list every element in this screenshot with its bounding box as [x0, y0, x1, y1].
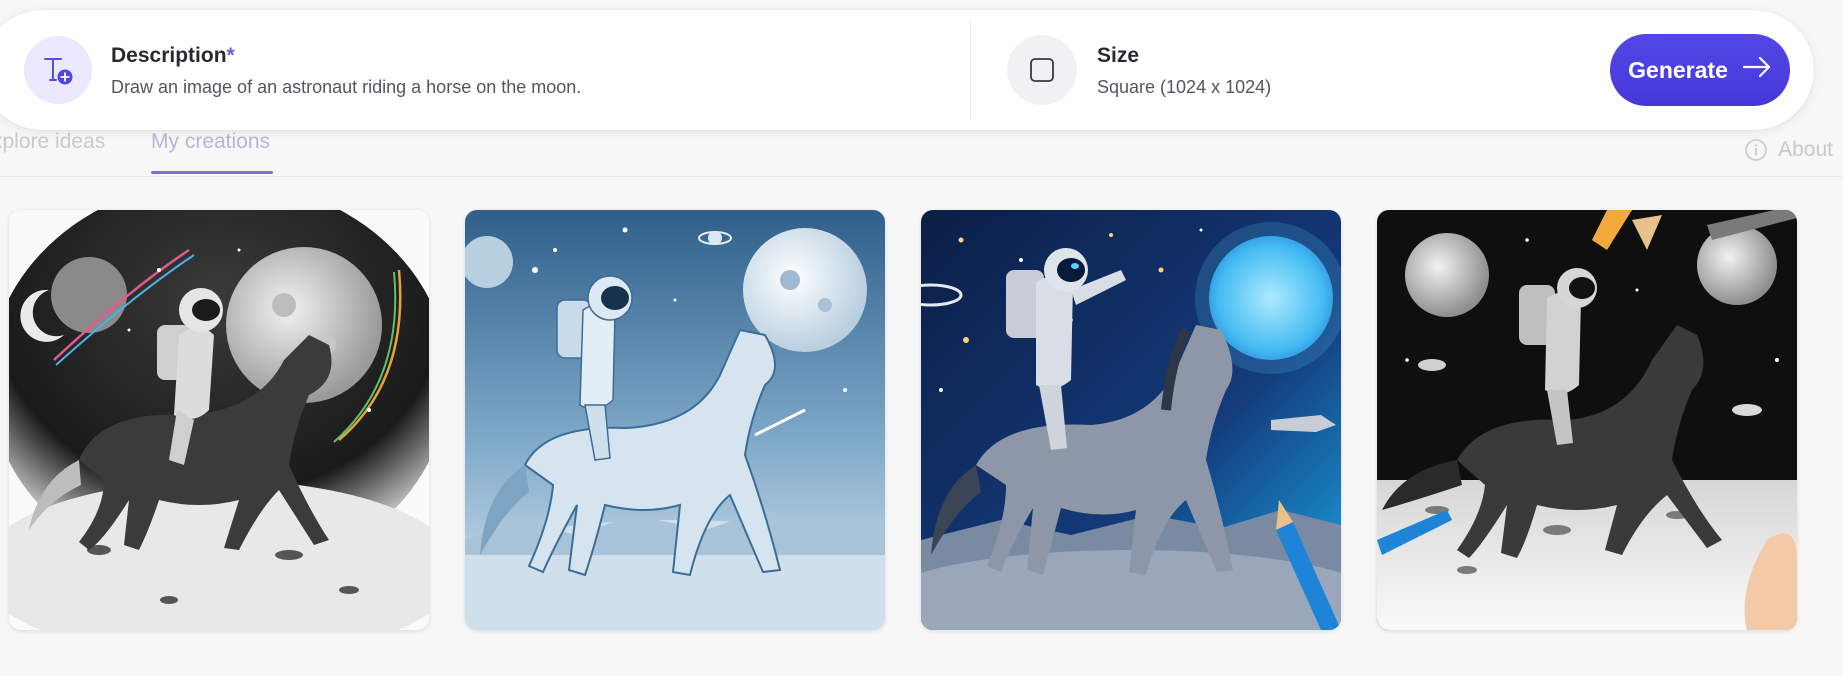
prompt-divider	[970, 20, 971, 120]
arrow-right-icon	[1742, 55, 1772, 85]
active-tab-indicator	[151, 171, 273, 174]
creation-image-2[interactable]	[465, 210, 885, 630]
tab-explore-ideas[interactable]: xplore ideas	[0, 130, 105, 154]
required-marker: *	[226, 44, 235, 67]
generate-button[interactable]: Generate	[1610, 34, 1790, 106]
prompt-bar: Description* Draw an image of an astrona…	[0, 10, 1814, 130]
creations-gallery	[9, 210, 1843, 630]
about-label: About	[1778, 138, 1833, 161]
creation-image-1[interactable]	[9, 210, 429, 630]
image-creator-page: xplore ideas My creations About Descript…	[0, 0, 1843, 676]
about-link[interactable]: About	[1744, 138, 1833, 162]
description-input[interactable]: Draw an image of an astronaut riding a h…	[111, 77, 581, 98]
size-selector[interactable]: Square (1024 x 1024)	[1097, 77, 1271, 98]
info-icon	[1744, 138, 1768, 162]
creation-image-3[interactable]	[921, 210, 1341, 630]
tab-my-creations[interactable]: My creations	[151, 130, 270, 154]
description-label: Description*	[111, 44, 235, 67]
size-label: Size	[1097, 44, 1140, 67]
square-size-icon[interactable]	[1007, 35, 1077, 105]
text-add-icon[interactable]	[24, 36, 92, 104]
generate-label: Generate	[1628, 56, 1728, 83]
creation-image-4[interactable]	[1377, 210, 1797, 630]
